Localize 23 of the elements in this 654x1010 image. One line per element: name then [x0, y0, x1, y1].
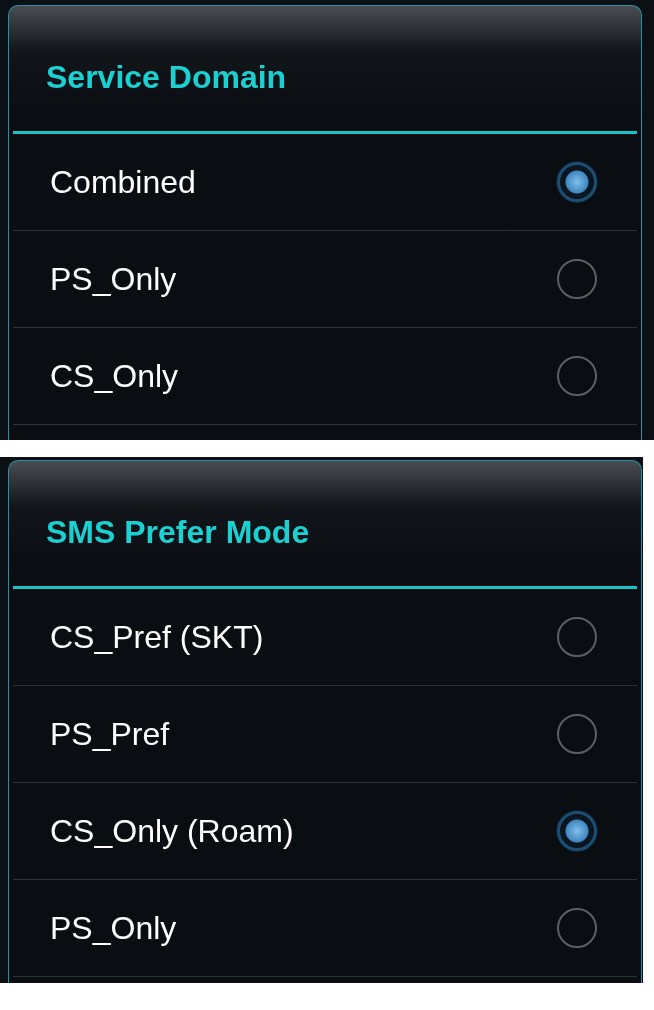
- radio-button[interactable]: [557, 617, 597, 657]
- radio-button[interactable]: [557, 259, 597, 299]
- option-label: PS_Pref: [50, 715, 170, 754]
- radio-button[interactable]: [557, 162, 597, 202]
- dialog-title: SMS Prefer Mode: [46, 512, 310, 551]
- option-row[interactable]: PS_Only: [13, 880, 637, 977]
- option-label: CS_Only (Roam): [50, 812, 294, 851]
- option-row[interactable]: CS_Pref (SKT): [13, 589, 637, 686]
- option-label: PS_Only: [50, 909, 177, 948]
- radio-button[interactable]: [557, 356, 597, 396]
- radio-button[interactable]: [557, 908, 597, 948]
- option-row[interactable]: PS_Only: [13, 231, 637, 328]
- option-row[interactable]: CS_Only (Roam): [13, 783, 637, 880]
- option-row[interactable]: PS_Pref: [13, 686, 637, 783]
- option-row[interactable]: Combined: [13, 134, 637, 231]
- option-label: CS_Only: [50, 357, 179, 396]
- option-label: CS_Pref (SKT): [50, 618, 264, 657]
- option-row[interactable]: CS_Only: [13, 328, 637, 425]
- option-label: Combined: [50, 163, 196, 202]
- radio-button[interactable]: [557, 811, 597, 851]
- radio-button[interactable]: [557, 714, 597, 754]
- option-label: PS_Only: [50, 260, 177, 299]
- dialog-title: Service Domain: [46, 57, 287, 96]
